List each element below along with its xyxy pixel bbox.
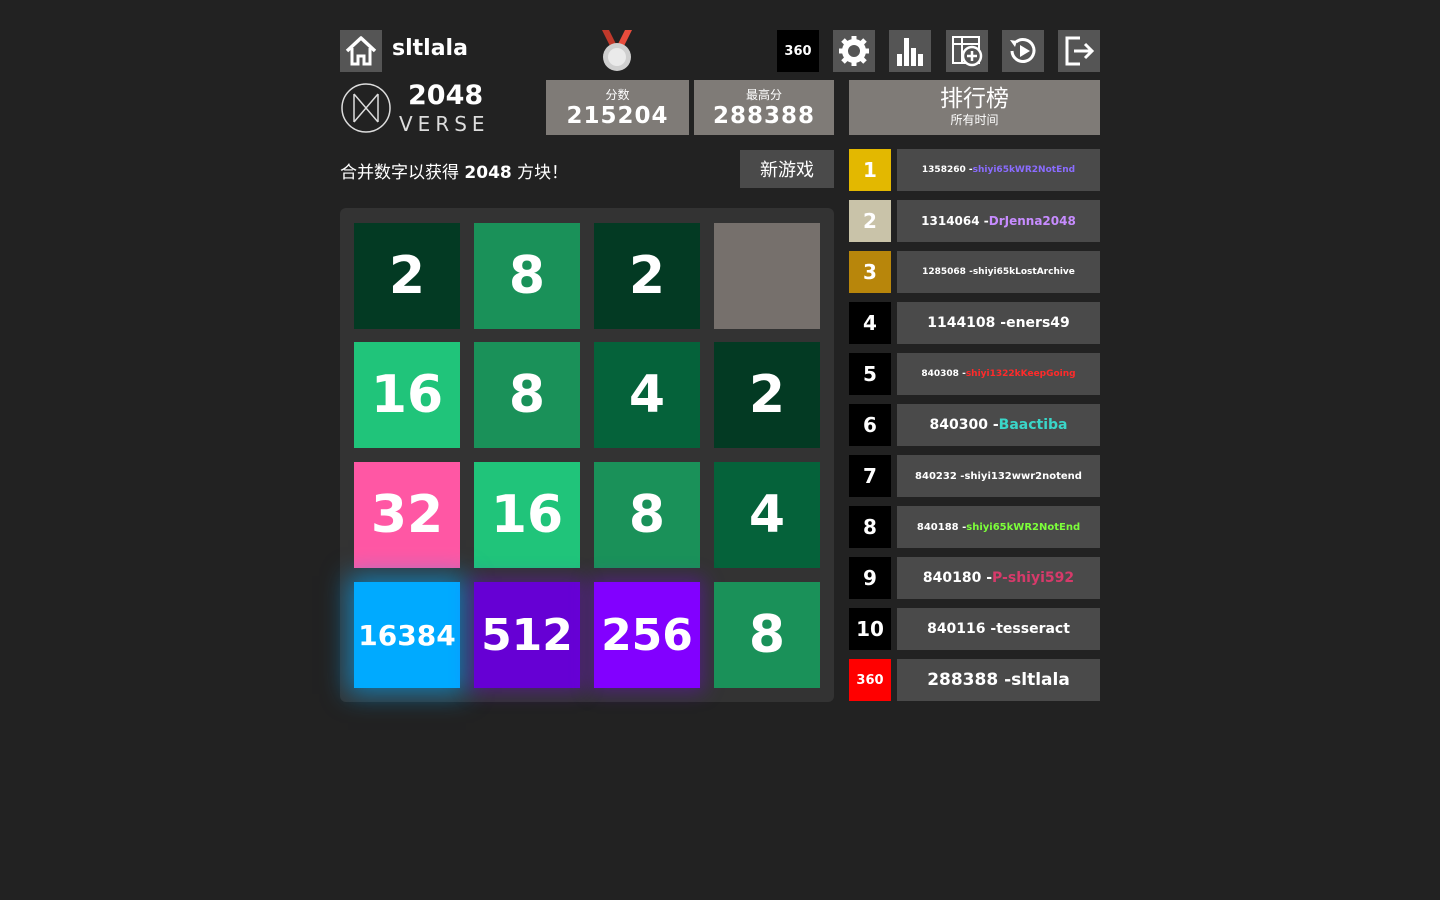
leaderboard-rank: 9 [849,557,891,599]
tile: 8 [474,342,580,448]
leaderboard-subtitle: 所有时间 [950,113,999,127]
entry-name: shiyi65kWR2NotEnd [966,521,1081,533]
stats-button[interactable] [889,30,931,72]
leaderboard-entry[interactable]: 1144108 - eners49 [897,302,1100,344]
leaderboard-rank: 10 [849,608,891,650]
score-box: 分数 215204 [546,80,689,135]
replay-button[interactable] [1002,30,1044,72]
leaderboard-entry[interactable]: 840308 - shiyi1322kKeepGoing [897,353,1100,395]
home-icon [345,36,377,66]
tile: 4 [594,342,700,448]
entry-name: shiyi65kLostArchive [972,267,1075,277]
leaderboard-entry[interactable]: 840116 - tesseract [897,608,1100,650]
entry-score: 840188 - [916,521,967,533]
tile: 4 [714,462,820,568]
game-board[interactable]: 2 8 2 16 8 4 2 32 16 8 4 16384 512 256 8 [340,208,834,702]
home-button[interactable] [340,30,382,72]
best-box: 最高分 288388 [694,80,834,135]
entry-score: 1285068 - [922,267,973,277]
entry-name: shiyi65kWR2NotEnd [972,165,1076,175]
entry-name: P-shiyi592 [992,570,1075,586]
tile: 256 [594,582,700,688]
entry-score: 840308 - [921,369,966,379]
leaderboard-header[interactable]: 排行榜 所有时间 [849,80,1100,135]
leaderboard-title: 排行榜 [940,86,1009,112]
logo-word: VERSE [399,112,490,136]
username: sltlala [392,36,468,61]
tile: 16 [354,342,460,448]
entry-score: 1314064 - [921,214,989,228]
gear-icon [839,36,869,66]
grid-plus-icon [952,36,983,67]
leaderboard-rank: 5 [849,353,891,395]
tile: 8 [714,582,820,688]
stats-icon [897,38,923,66]
leaderboard-entry[interactable]: 840180 - P-shiyi592 [897,557,1100,599]
leaderboard-entry[interactable]: 1314064 - DrJenna2048 [897,200,1100,242]
tile: 512 [474,582,580,688]
leaderboard-entry[interactable]: 840300 - Baactiba [897,404,1100,446]
entry-name: shiyi1322kKeepGoing [965,369,1076,379]
leaderboard-rank: 360 [849,659,891,701]
empty-cell [714,223,820,329]
tile: 32 [354,462,460,568]
logout-button[interactable] [1058,30,1100,72]
entry-name: tesseract [996,621,1070,637]
logout-icon [1065,36,1095,66]
entry-score: 1358260 - [921,165,973,175]
tile: 16384 [354,582,460,688]
leaderboard-entry[interactable]: 840188 - shiyi65kWR2NotEnd [897,506,1100,548]
new-board-button[interactable] [946,30,988,72]
entry-name: Baactiba [998,417,1068,433]
entry-name: DrJenna2048 [988,214,1076,228]
instruction-text: 合并数字以获得 2048 方块！ [340,158,568,183]
entry-score: 840300 - [929,417,999,433]
logo-number: 2048 [408,80,484,111]
leaderboard-rank: 3 [849,251,891,293]
leaderboard-entry[interactable]: 1358260 - shiyi65kWR2NotEnd [897,149,1100,191]
leaderboard-rank: 6 [849,404,891,446]
score-label: 分数 [605,88,630,102]
entry-score: 1144108 - [927,315,1007,331]
entry-score: 840232 - [915,470,965,482]
leaderboard-rank: 8 [849,506,891,548]
tile: 2 [354,223,460,329]
score-value: 215204 [566,103,669,129]
leaderboard-rank: 4 [849,302,891,344]
leaderboard-rank: 7 [849,455,891,497]
replay-icon [1010,38,1036,63]
entry-score: 840180 - [922,570,993,586]
tile: 2 [714,342,820,448]
instruction-prefix: 合并数字以获得 [340,163,465,183]
leaderboard-entry[interactable]: 840232 - shiyi132wwr2notend [897,455,1100,497]
entry-score: 288388 - [927,670,1012,690]
entry-name: sltlala [1011,670,1070,690]
instruction-suffix: 方块！ [511,163,569,183]
tile: 8 [594,462,700,568]
tile: 16 [474,462,580,568]
settings-button[interactable] [833,30,875,72]
leaderboard-entry[interactable]: 288388 - sltlala [897,659,1100,701]
entry-name: eners49 [1006,315,1070,331]
best-label: 最高分 [745,88,782,102]
leaderboard-rank: 1 [849,149,891,191]
tile: 8 [474,223,580,329]
medal-icon [598,30,636,72]
new-game-button[interactable]: 新游戏 [740,150,834,188]
entry-score: 840116 - [927,621,997,637]
best-value: 288388 [712,103,816,129]
leaderboard-rank: 2 [849,200,891,242]
instruction-target: 2048 [464,163,512,183]
rank-badge[interactable]: 360 [777,30,819,72]
entry-name: shiyi132wwr2notend [964,470,1082,482]
tile: 2 [594,223,700,329]
logo-emblem-icon [340,82,392,134]
leaderboard-entry[interactable]: 1285068 - shiyi65kLostArchive [897,251,1100,293]
